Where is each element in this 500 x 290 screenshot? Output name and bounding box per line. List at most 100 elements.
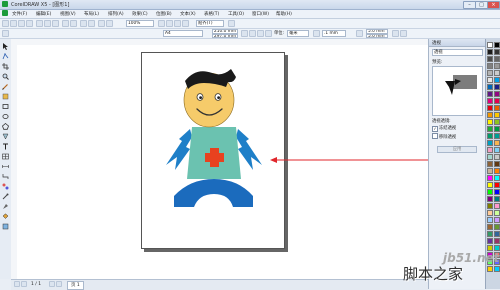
treat-as-filled-button[interactable] xyxy=(400,30,407,37)
blend-tool-icon[interactable] xyxy=(2,183,9,190)
palette-swatch[interactable] xyxy=(494,161,500,167)
palette-swatch[interactable] xyxy=(494,98,500,104)
fill-tool-icon[interactable] xyxy=(2,213,9,220)
drawing-page[interactable] xyxy=(141,52,285,249)
palette-swatch[interactable] xyxy=(494,119,500,125)
palette-swatch[interactable] xyxy=(494,56,500,62)
rectangle-tool-icon[interactable] xyxy=(2,103,9,110)
palette-swatch[interactable] xyxy=(494,105,500,111)
zoom-level-select[interactable]: 100% xyxy=(126,20,154,27)
menu-file[interactable]: 文件(F) xyxy=(12,11,27,17)
palette-swatch[interactable] xyxy=(494,154,500,160)
options-button[interactable] xyxy=(228,20,235,27)
palette-swatch[interactable] xyxy=(494,217,500,223)
palette-swatch[interactable] xyxy=(494,133,500,139)
palette-swatch[interactable] xyxy=(494,189,500,195)
copy-button[interactable] xyxy=(44,20,51,27)
palette-swatch[interactable] xyxy=(494,168,500,174)
palette-swatch[interactable] xyxy=(487,126,493,132)
palette-swatch[interactable] xyxy=(487,42,493,48)
palette-swatch[interactable] xyxy=(494,182,500,188)
menu-text[interactable]: 文本(X) xyxy=(180,11,196,17)
undo-button[interactable] xyxy=(62,20,69,27)
remove-checkbox[interactable] xyxy=(432,133,438,139)
menu-help[interactable]: 帮助(H) xyxy=(276,11,292,17)
export-button[interactable] xyxy=(88,20,95,27)
remove-option[interactable]: 移除透视 xyxy=(432,133,456,140)
pick-tool-icon[interactable] xyxy=(2,43,9,50)
freeze-checkbox[interactable]: ✓ xyxy=(432,126,438,132)
palette-swatch[interactable] xyxy=(494,42,500,48)
palette-swatch[interactable] xyxy=(487,119,493,125)
current-page-button[interactable] xyxy=(265,30,272,37)
palette-swatch[interactable] xyxy=(487,147,493,153)
apply-button[interactable]: 应用 xyxy=(437,146,477,153)
palette-swatch[interactable] xyxy=(487,112,493,118)
menu-tools[interactable]: 工具(O) xyxy=(228,11,244,17)
palette-swatch[interactable] xyxy=(487,266,493,272)
palette-swatch[interactable] xyxy=(494,84,500,90)
palette-swatch[interactable] xyxy=(487,140,493,146)
palette-swatch[interactable] xyxy=(487,231,493,237)
palette-swatch[interactable] xyxy=(494,91,500,97)
palette-swatch[interactable] xyxy=(487,91,493,97)
show-grid-button[interactable] xyxy=(174,20,181,27)
freehand-tool-icon[interactable] xyxy=(2,83,9,90)
open-button[interactable] xyxy=(10,20,17,27)
first-page-button[interactable] xyxy=(14,281,20,287)
palette-swatch[interactable] xyxy=(487,238,493,244)
palette-swatch[interactable] xyxy=(487,49,493,55)
redo-button[interactable] xyxy=(70,20,77,27)
palette-swatch[interactable] xyxy=(487,168,493,174)
freeze-option[interactable]: ✓ 冻结透视 xyxy=(432,126,456,132)
palette-swatch[interactable] xyxy=(487,189,493,195)
palette-swatch[interactable] xyxy=(487,154,493,160)
new-document-button[interactable] xyxy=(2,20,9,27)
app-launcher-button[interactable] xyxy=(98,20,105,27)
full-screen-preview-button[interactable] xyxy=(158,20,165,27)
interactive-fill-tool-icon[interactable] xyxy=(2,223,9,230)
units-select[interactable]: 毫米 xyxy=(287,30,309,37)
cartoon-figure[interactable] xyxy=(142,53,286,250)
next-page-button[interactable] xyxy=(49,281,55,287)
palette-swatch[interactable] xyxy=(494,175,500,181)
palette-swatch[interactable] xyxy=(494,266,500,272)
crop-tool-icon[interactable] xyxy=(2,63,9,70)
units-to-draw-button[interactable] xyxy=(392,30,399,37)
palette-swatch[interactable] xyxy=(494,224,500,230)
menu-arrange[interactable]: 排列(A) xyxy=(108,11,124,17)
palette-swatch[interactable] xyxy=(494,140,500,146)
palette-swatch[interactable] xyxy=(494,238,500,244)
show-guidelines-button[interactable] xyxy=(182,20,189,27)
palette-swatch[interactable] xyxy=(487,77,493,83)
cut-button[interactable] xyxy=(36,20,43,27)
palette-swatch[interactable] xyxy=(494,70,500,76)
paste-button[interactable] xyxy=(52,20,59,27)
palette-swatch[interactable] xyxy=(494,63,500,69)
palette-swatch[interactable] xyxy=(494,49,500,55)
document-icon[interactable] xyxy=(2,10,8,16)
palette-swatch[interactable] xyxy=(487,224,493,230)
duplicate-y-field[interactable]: 5.0 mm xyxy=(366,33,388,38)
palette-swatch[interactable] xyxy=(494,77,500,83)
palette-swatch[interactable] xyxy=(494,126,500,132)
portrait-button[interactable] xyxy=(241,30,248,37)
palette-swatch[interactable] xyxy=(487,98,493,104)
page-height-field[interactable]: 297.0 mm xyxy=(212,33,238,38)
menu-table[interactable]: 表格(T) xyxy=(204,11,219,17)
polygon-tool-icon[interactable] xyxy=(2,123,9,130)
palette-swatch[interactable] xyxy=(487,63,493,69)
menu-layout[interactable]: 布局(L) xyxy=(84,11,99,17)
import-button[interactable] xyxy=(80,20,87,27)
shape-tool-icon[interactable] xyxy=(2,53,9,60)
save-button[interactable] xyxy=(18,20,25,27)
ellipse-tool-icon[interactable] xyxy=(2,113,9,120)
basic-shapes-tool-icon[interactable] xyxy=(2,133,9,140)
palette-swatch[interactable] xyxy=(487,56,493,62)
snap-to-select[interactable]: 贴齐(T) xyxy=(196,20,224,27)
prev-page-button[interactable] xyxy=(21,281,27,287)
menu-edit[interactable]: 编辑(E) xyxy=(36,11,51,17)
welcome-screen-button[interactable] xyxy=(106,20,113,27)
palette-swatch[interactable] xyxy=(487,196,493,202)
palette-swatch[interactable] xyxy=(487,84,493,90)
